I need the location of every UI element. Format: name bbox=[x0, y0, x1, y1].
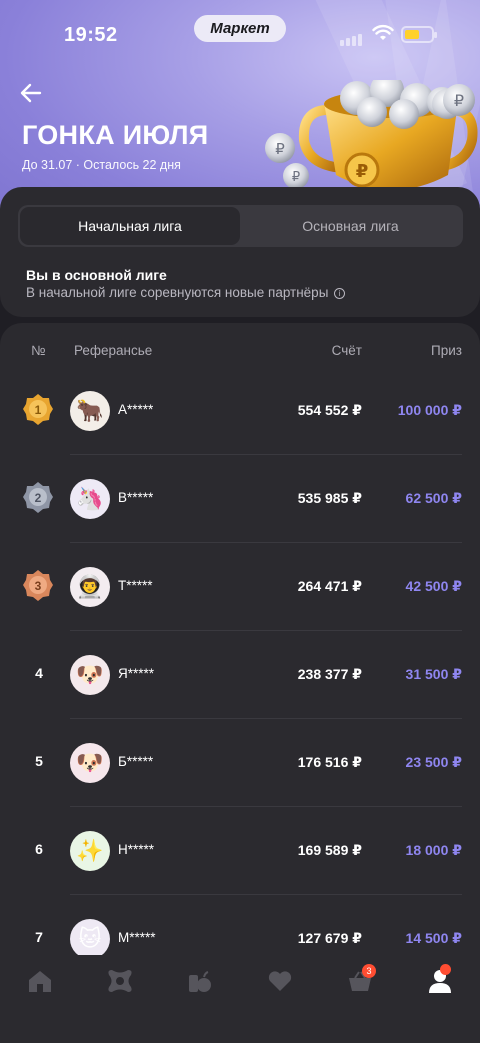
silver-medal-icon: 2 bbox=[23, 482, 53, 513]
league-tabs: Начальная лига Основная лига bbox=[18, 205, 463, 247]
participant-name: Б***** bbox=[118, 754, 154, 769]
league-card: Начальная лига Основная лига Вы в основн… bbox=[0, 187, 480, 317]
page-title: ГОНКА ИЮЛЯ bbox=[22, 120, 209, 150]
league-status-text: В начальной лиге соревнуются новые партн… bbox=[26, 285, 346, 300]
battery-icon bbox=[401, 26, 437, 43]
participant-score: 169 589 ₽ bbox=[297, 842, 362, 858]
svg-text:₽: ₽ bbox=[292, 170, 300, 185]
svg-text:₽: ₽ bbox=[356, 161, 369, 182]
favorites-icon[interactable] bbox=[266, 967, 294, 995]
cellular-signal-icon bbox=[340, 28, 364, 46]
participant-prize: 31 500 ₽ bbox=[405, 666, 462, 682]
participant-name: Я***** bbox=[118, 666, 155, 681]
participant-score: 127 679 ₽ bbox=[297, 930, 362, 946]
unicorn-icon: 🦄 bbox=[70, 479, 110, 519]
medal-rank-number: 2 bbox=[35, 491, 42, 505]
league-status-title: Вы в основной лиге bbox=[26, 267, 167, 283]
rank-number: 5 bbox=[35, 753, 43, 769]
participant-name: А***** bbox=[118, 402, 154, 417]
participant-prize: 18 000 ₽ bbox=[405, 842, 462, 858]
league-status-text-label: В начальной лиге соревнуются новые партн… bbox=[26, 285, 329, 300]
astronaut-icon: 👨‍🚀 bbox=[70, 567, 110, 607]
cat-icon: 🐱 bbox=[70, 919, 110, 959]
svg-text:₽: ₽ bbox=[275, 140, 285, 158]
dog-icon: 🐶 bbox=[70, 743, 110, 783]
tab-beginner-league[interactable]: Начальная лига bbox=[20, 207, 240, 245]
table-row[interactable]: 5 🐶 Б***** 176 516 ₽ 23 500 ₽ bbox=[0, 719, 480, 807]
status-time: 19:52 bbox=[64, 24, 118, 46]
participant-name: М***** bbox=[118, 930, 156, 945]
participant-name: Т***** bbox=[118, 578, 153, 593]
table-row[interactable]: 6 ✨ Н***** 169 589 ₽ 18 000 ₽ bbox=[0, 807, 480, 895]
wifi-icon bbox=[372, 24, 394, 40]
cart-count-badge: 3 bbox=[362, 964, 376, 978]
market-app-badge[interactable]: Маркет bbox=[194, 15, 286, 42]
participant-prize: 42 500 ₽ bbox=[405, 578, 462, 594]
participant-score: 535 985 ₽ bbox=[297, 490, 362, 506]
participant-prize: 62 500 ₽ bbox=[405, 490, 462, 506]
participant-prize: 23 500 ₽ bbox=[405, 754, 462, 770]
tab-main-league[interactable]: Основная лига bbox=[240, 207, 461, 245]
status-bar: 19:52 Маркет bbox=[0, 0, 480, 70]
medal-rank-number: 1 bbox=[35, 403, 42, 417]
participant-name: Н***** bbox=[118, 842, 155, 857]
participant-score: 238 377 ₽ bbox=[297, 666, 362, 682]
deadline-subtitle: До 31.07 · Осталось 22 дня bbox=[22, 158, 181, 172]
table-row[interactable]: 1 🐂 А***** 554 552 ₽ 100 000 ₽ bbox=[0, 367, 480, 455]
bronze-medal-icon: 3 bbox=[23, 570, 53, 601]
svg-text:₽: ₽ bbox=[454, 91, 464, 110]
table-row[interactable]: 4 🐶 Я***** 238 377 ₽ 31 500 ₽ bbox=[0, 631, 480, 719]
gold-medal-icon: 1 bbox=[23, 394, 53, 425]
rank-number: 7 bbox=[35, 929, 43, 945]
medal-rank-number: 3 bbox=[35, 579, 42, 593]
sparkles-icon: ✨ bbox=[70, 831, 110, 871]
participant-prize: 14 500 ₽ bbox=[405, 930, 462, 946]
catalog-icon[interactable] bbox=[106, 967, 134, 995]
column-header-name: Реферансье bbox=[74, 343, 153, 358]
rank-number: 6 bbox=[35, 841, 43, 857]
participant-score: 176 516 ₽ bbox=[297, 754, 362, 770]
bottom-navigation: 3 bbox=[0, 955, 480, 1043]
participant-score: 554 552 ₽ bbox=[297, 402, 362, 418]
column-header-rank: № bbox=[31, 343, 46, 358]
table-row[interactable]: 3 👨‍🚀 Т***** 264 471 ₽ 42 500 ₽ bbox=[0, 543, 480, 631]
participant-name: В***** bbox=[118, 490, 154, 505]
column-header-prize: Приз bbox=[431, 343, 462, 358]
ox-icon: 🐂 bbox=[70, 391, 110, 431]
home-icon[interactable] bbox=[26, 967, 54, 995]
rank-number: 4 bbox=[35, 665, 43, 681]
profile-notification-dot bbox=[440, 964, 451, 975]
back-arrow-icon[interactable] bbox=[18, 80, 44, 106]
info-icon[interactable]: i bbox=[334, 287, 346, 299]
groceries-icon[interactable] bbox=[186, 967, 214, 995]
participant-prize: 100 000 ₽ bbox=[397, 402, 462, 418]
participant-score: 264 471 ₽ bbox=[297, 578, 362, 594]
table-row[interactable]: 2 🦄 В***** 535 985 ₽ 62 500 ₽ bbox=[0, 455, 480, 543]
dog-icon: 🐶 bbox=[70, 655, 110, 695]
leaderboard: № Реферансье Счёт Приз 1 🐂 А***** 554 552 … bbox=[0, 323, 480, 1043]
column-header-score: Счёт bbox=[331, 343, 362, 358]
